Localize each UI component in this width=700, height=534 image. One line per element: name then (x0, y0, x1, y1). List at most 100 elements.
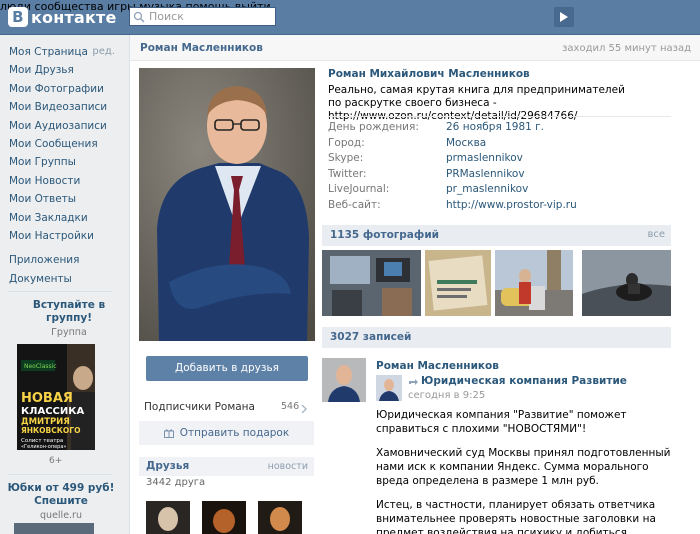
play-icon (560, 12, 568, 22)
info-row-website: Веб-сайт: http://www.prostor-vip.ru (328, 199, 668, 215)
info-value[interactable]: http://www.prostor-vip.ru (446, 199, 577, 211)
info-row-birthday: День рождения: 26 ноября 1981 г. (328, 121, 668, 137)
ad-group[interactable]: Вступайте в группу! Группа (14, 299, 124, 338)
vk-logo-icon: В (8, 7, 28, 27)
ad-poster-line6: «Геликон-опера» (21, 444, 66, 450)
info-row-city: Город: Москва (328, 137, 668, 153)
info-label: LiveJournal: (328, 183, 390, 196)
info-divider (328, 116, 671, 117)
photo-thumb[interactable] (322, 250, 421, 316)
friends-news-link[interactable]: новости (268, 461, 308, 472)
info-label: День рождения: (328, 121, 419, 133)
top-header: В контакте люди сообщества игры музыка п… (0, 0, 700, 35)
repost-source-avatar[interactable] (376, 375, 402, 401)
menu-item-messages[interactable]: Мои Сообщения (9, 135, 121, 153)
info-value[interactable]: pr_maslennikov (446, 183, 528, 195)
info-label: Веб-сайт: (328, 198, 381, 211)
vk-logo-text: контакте (31, 7, 117, 27)
post-author-avatar[interactable] (322, 358, 366, 402)
menu-item-friends[interactable]: Мои Друзья (9, 61, 121, 79)
search-box[interactable] (129, 7, 276, 26)
info-value[interactable]: 26 ноября 1981 г. (446, 121, 544, 133)
info-row-twitter: Twitter: PRMaslennikov (328, 168, 668, 184)
wall-title[interactable]: 3027 записей (330, 331, 411, 343)
info-row-livejournal: LiveJournal: pr_maslennikov (328, 183, 668, 199)
photos-title[interactable]: 1135 фотографий (330, 229, 439, 241)
ad-skirts[interactable]: Юбки от 499 руб! Спешите quelle.ru (2, 482, 120, 521)
ad-poster-line2: КЛАССИКА (21, 406, 84, 417)
friends-title[interactable]: Друзья (146, 460, 189, 472)
friend-avatar[interactable] (202, 501, 246, 534)
profile-full-name: Роман Михайлович Масленников (328, 68, 530, 80)
friend-avatar[interactable] (258, 501, 302, 534)
repost-source-name[interactable]: Юридическая компания Развитие (421, 375, 627, 387)
friends-count: 3442 друга (146, 477, 206, 488)
photo-thumb[interactable] (425, 250, 491, 316)
profile-status[interactable]: Реально, самая крутая книга для предприн… (328, 84, 628, 123)
post-paragraph: Юридическая компания "Развитие" поможет … (376, 409, 627, 435)
profile-main: Роман Масленников заходил 55 минут назад… (129, 35, 700, 534)
info-label: Twitter: (328, 167, 367, 180)
menu-item-bookmarks[interactable]: Мои Закладки (9, 209, 121, 227)
wall-header[interactable]: 3027 записей (322, 327, 671, 348)
menu-item-apps[interactable]: Приложения (9, 251, 121, 269)
sidebar-divider (8, 291, 112, 292)
ad-title[interactable]: Юбки от 499 руб! Спешите (2, 482, 120, 508)
profile-photo[interactable] (139, 68, 315, 341)
post-paragraph: Истец, в частности, планирует обязать от… (376, 499, 656, 534)
friends-header: Друзья новости (139, 457, 314, 476)
ad-count: 6+ (49, 456, 63, 466)
menu-item-news[interactable]: Мои Новости (9, 172, 121, 190)
menu-item-my-page[interactable]: Моя Страница ред. (9, 43, 121, 61)
left-menu: Моя Страница ред. Мои Друзья Мои Фотограф… (9, 43, 121, 288)
menu-item-audio[interactable]: Мои Аудиозаписи (9, 117, 121, 135)
send-gift-button[interactable]: Отправить подарок (139, 421, 314, 445)
friend-avatar[interactable] (146, 501, 190, 534)
photos-all-link[interactable]: все (647, 229, 665, 240)
info-label: Skype: (328, 152, 364, 165)
profile-info: День рождения: 26 ноября 1981 г. Город: Мо… (328, 121, 668, 215)
menu-label: Моя Страница (9, 46, 88, 58)
post-paragraph: Хамовнический суд Москвы принял подготов… (376, 447, 671, 487)
search-input[interactable] (149, 10, 269, 23)
photo-thumb[interactable] (582, 250, 671, 316)
ad-skirts-image[interactable] (14, 523, 94, 534)
menu-item-answers[interactable]: Мои Ответы (9, 190, 121, 208)
sidebar-divider (8, 474, 112, 475)
gift-icon (163, 429, 174, 438)
page-title: Роман Масленников (140, 42, 263, 54)
ad-title[interactable]: Вступайте в группу! (14, 299, 124, 325)
photos-header[interactable]: 1135 фотографий все (322, 225, 671, 246)
search-icon (133, 11, 145, 23)
menu-item-photos[interactable]: Мои Фотографии (9, 80, 121, 98)
menu-item-documents[interactable]: Документы (9, 270, 121, 288)
repost-icon (409, 379, 418, 385)
chevron-right-icon (301, 405, 307, 413)
profile-title-bar: Роман Масленников заходил 55 минут назад (130, 35, 700, 61)
info-value[interactable]: prmaslennikov (446, 152, 523, 164)
ad-poster-badge: NeoClassic (24, 363, 57, 370)
ad-subtitle: Группа (51, 327, 87, 338)
menu-item-groups[interactable]: Мои Группы (9, 153, 121, 171)
subscribers-link[interactable]: Подписчики Романа (144, 401, 255, 413)
ad-poster-line1: НОВАЯ (21, 391, 73, 406)
subscribers-count: 546 (281, 401, 300, 412)
info-row-skype: Skype: prmaslennikov (328, 152, 668, 168)
menu-item-videos[interactable]: Мои Видеозаписи (9, 98, 121, 116)
add-friend-button[interactable]: Добавить в друзья (146, 356, 308, 381)
ad-poster-image[interactable]: NeoClassic НОВАЯ КЛАССИКА ДМИТРИЯ ЯНКОВС… (17, 344, 95, 450)
photo-thumb[interactable] (495, 250, 573, 316)
send-gift-label: Отправить подарок (179, 427, 290, 439)
post-time[interactable]: сегодня в 9:25 (408, 390, 485, 401)
post-author-name[interactable]: Роман Масленников (376, 360, 499, 372)
menu-item-settings[interactable]: Мои Настройки (9, 227, 121, 245)
info-value[interactable]: Москва (446, 137, 486, 149)
ad-poster-line4: ЯНКОВСКОГО (21, 426, 80, 435)
vk-logo[interactable]: В контакте (8, 6, 117, 28)
info-label: Город: (328, 136, 365, 149)
edit-link[interactable]: ред. (92, 43, 115, 61)
ad-subtitle: quelle.ru (40, 510, 82, 521)
music-play-button[interactable] (554, 7, 574, 27)
last-seen: заходил 55 минут назад (562, 43, 691, 54)
info-value[interactable]: PRMaslennikov (446, 168, 525, 180)
